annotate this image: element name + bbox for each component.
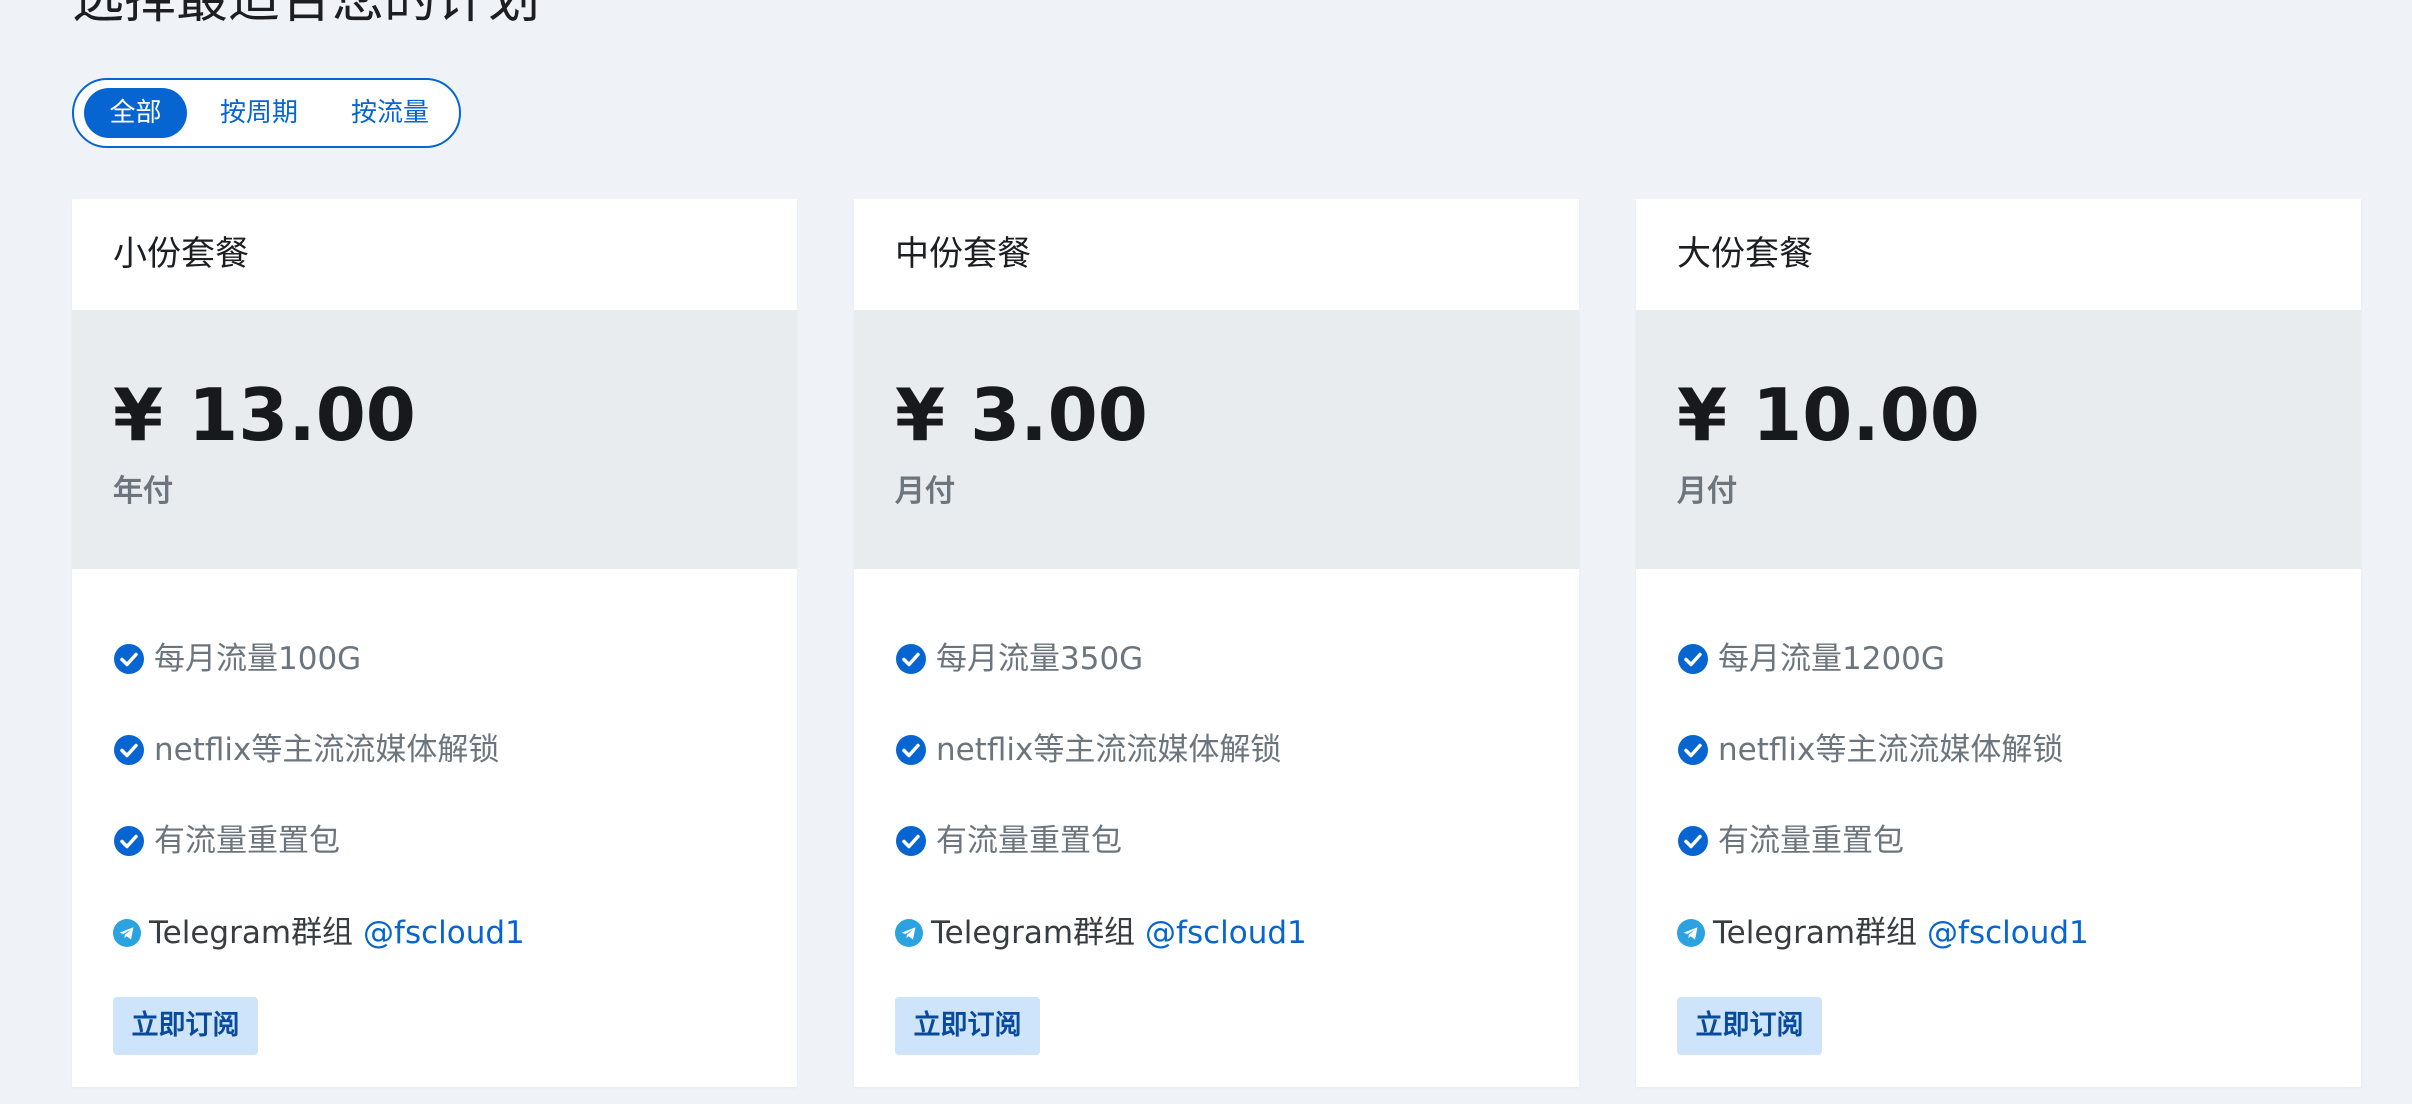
- subscribe-button[interactable]: 立即订阅: [113, 997, 258, 1055]
- telegram-label: Telegram群组: [149, 915, 354, 951]
- telegram-group-row: Telegram群组 @fscloud1: [1677, 911, 2089, 955]
- plan-price: ¥ 13.00: [113, 373, 416, 457]
- plan-price: ¥ 10.00: [1677, 373, 1980, 457]
- plan-card-large: 大份套餐 ¥ 10.00 月付 每月流量1200G netflix等主流流媒体解…: [1636, 199, 2361, 1087]
- plan-card-header: 小份套餐: [72, 199, 797, 310]
- feature-item: netflix等主流流媒体解锁: [113, 728, 499, 772]
- feature-item: 有流量重置包: [1677, 819, 1904, 863]
- billing-period: 年付: [113, 474, 173, 509]
- feature-text: netflix等主流流媒体解锁: [1718, 732, 2064, 768]
- check-circle-icon: [114, 826, 144, 856]
- plan-filter-group: 全部 按周期 按流量: [72, 78, 461, 148]
- filter-by-traffic-button[interactable]: 按流量: [332, 88, 448, 138]
- subscribe-button[interactable]: 立即订阅: [1677, 997, 1822, 1055]
- feature-text: 有流量重置包: [936, 823, 1122, 859]
- filter-all-button[interactable]: 全部: [84, 88, 187, 138]
- check-circle-icon: [114, 644, 144, 674]
- telegram-label: Telegram群组: [1713, 915, 1918, 951]
- billing-period: 月付: [1677, 474, 1737, 509]
- feature-text: 每月流量350G: [936, 641, 1144, 677]
- plan-card-medium: 中份套餐 ¥ 3.00 月付 每月流量350G netflix等主流流媒体解锁 …: [854, 199, 1579, 1087]
- feature-item: 有流量重置包: [895, 819, 1122, 863]
- billing-period: 月付: [895, 474, 955, 509]
- telegram-link[interactable]: @fscloud1: [1145, 911, 1307, 955]
- telegram-icon: [113, 919, 141, 947]
- check-circle-icon: [114, 735, 144, 765]
- telegram-link[interactable]: @fscloud1: [1927, 911, 2089, 955]
- plan-card-header: 中份套餐: [854, 199, 1579, 310]
- feature-text: 有流量重置包: [1718, 823, 1904, 859]
- plan-price: ¥ 3.00: [895, 373, 1148, 457]
- feature-text: 每月流量100G: [154, 641, 362, 677]
- telegram-icon: [895, 919, 923, 947]
- check-circle-icon: [1678, 735, 1708, 765]
- plan-card-small: 小份套餐 ¥ 13.00 年付 每月流量100G netflix等主流流媒体解锁…: [72, 199, 797, 1087]
- price-block: ¥ 3.00 月付: [854, 310, 1579, 569]
- check-circle-icon: [1678, 644, 1708, 674]
- telegram-group-row: Telegram群组 @fscloud1: [895, 911, 1307, 955]
- subscribe-button[interactable]: 立即订阅: [895, 997, 1040, 1055]
- price-block: ¥ 13.00 年付: [72, 310, 797, 569]
- plan-name: 中份套餐: [895, 234, 1031, 274]
- page-title: 选择最适合您的计划: [72, 0, 541, 30]
- feature-item: netflix等主流流媒体解锁: [1677, 728, 2063, 772]
- filter-by-period-button[interactable]: 按周期: [201, 88, 317, 138]
- feature-text: netflix等主流流媒体解锁: [936, 732, 1282, 768]
- feature-item: 每月流量100G: [113, 637, 361, 681]
- telegram-group-row: Telegram群组 @fscloud1: [113, 911, 525, 955]
- feature-text: 每月流量1200G: [1718, 641, 1945, 677]
- plan-name: 小份套餐: [113, 234, 249, 274]
- feature-item: 有流量重置包: [113, 819, 340, 863]
- feature-item: 每月流量350G: [895, 637, 1143, 681]
- check-circle-icon: [1678, 826, 1708, 856]
- feature-text: netflix等主流流媒体解锁: [154, 732, 500, 768]
- telegram-link[interactable]: @fscloud1: [363, 911, 525, 955]
- telegram-label: Telegram群组: [931, 915, 1136, 951]
- telegram-icon: [1677, 919, 1705, 947]
- plan-name: 大份套餐: [1677, 234, 1813, 274]
- check-circle-icon: [896, 735, 926, 765]
- feature-item: netflix等主流流媒体解锁: [895, 728, 1281, 772]
- feature-text: 有流量重置包: [154, 823, 340, 859]
- check-circle-icon: [896, 644, 926, 674]
- check-circle-icon: [896, 826, 926, 856]
- feature-item: 每月流量1200G: [1677, 637, 1945, 681]
- price-block: ¥ 10.00 月付: [1636, 310, 2361, 569]
- plan-card-header: 大份套餐: [1636, 199, 2361, 310]
